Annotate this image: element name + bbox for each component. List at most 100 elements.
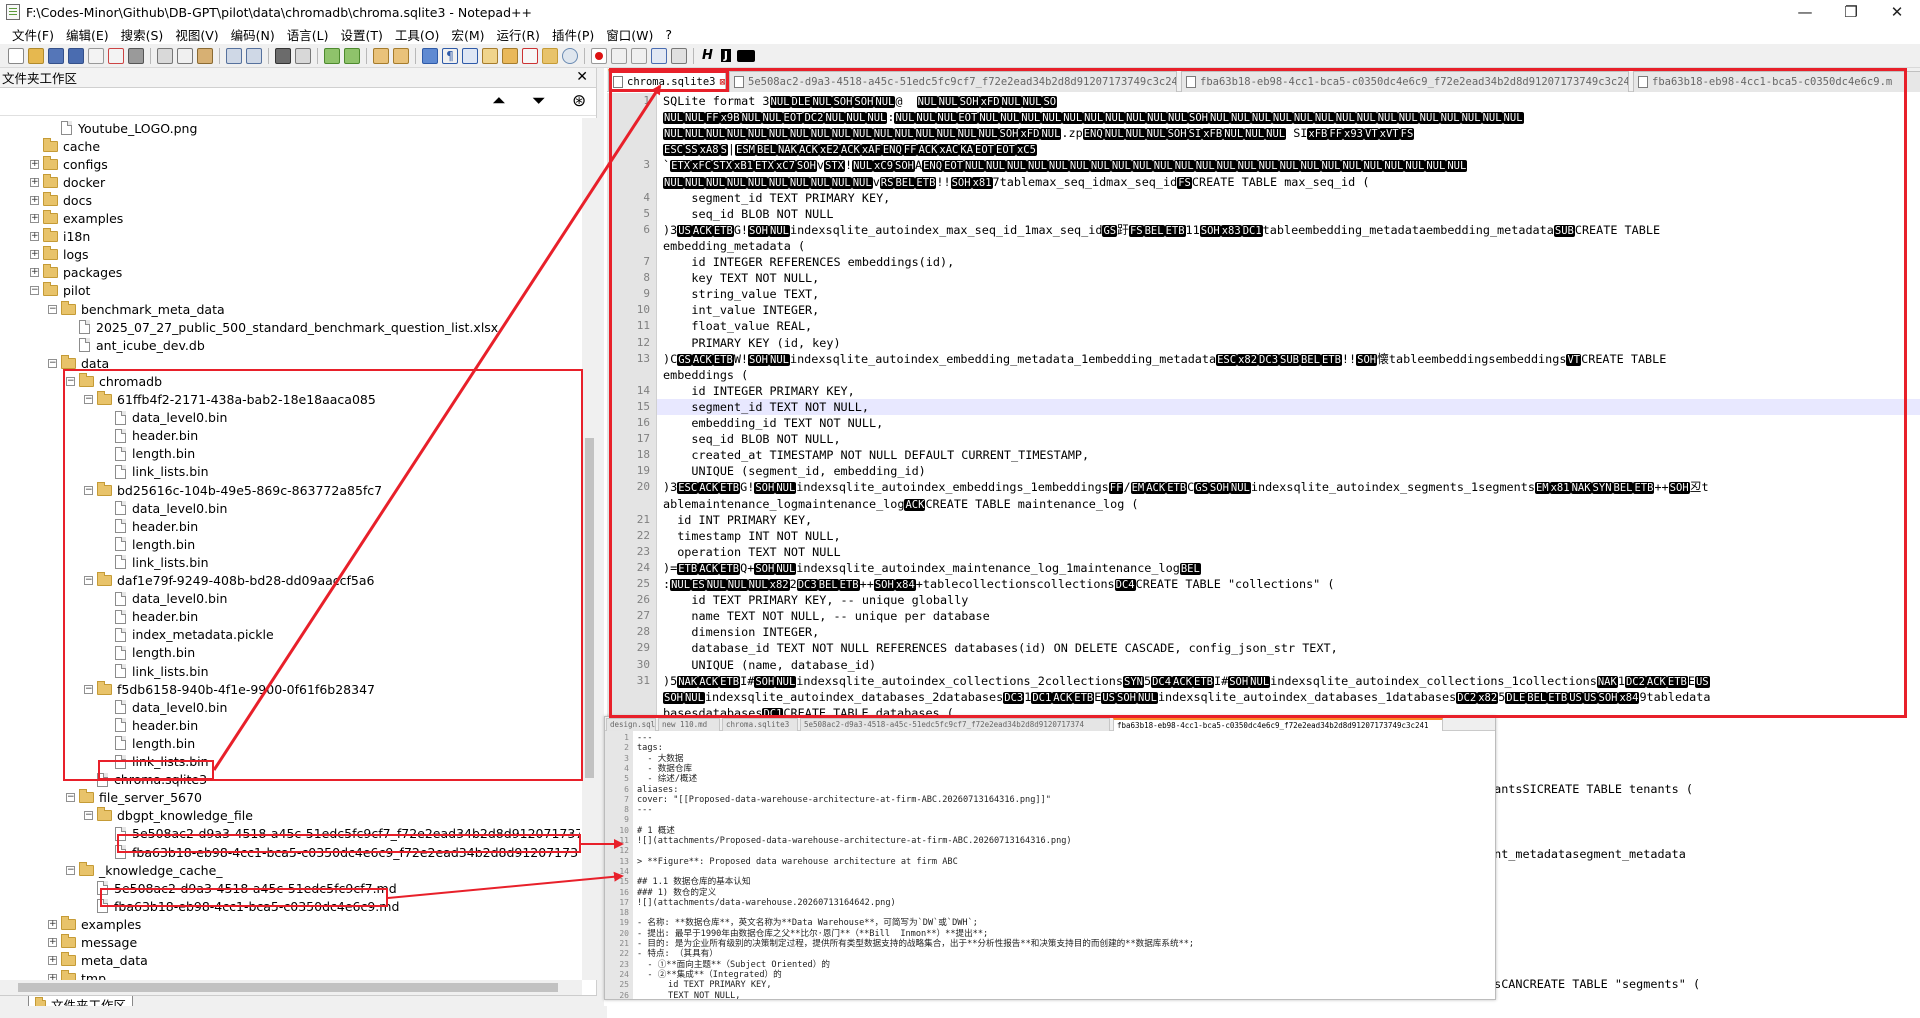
panel-splitter[interactable] [597, 68, 604, 1018]
tree-expander-icon[interactable]: − [84, 485, 93, 495]
menu-item[interactable]: 编码(N) [225, 25, 281, 44]
j-toolbar-button[interactable]: J [720, 49, 731, 62]
zoom-out-icon[interactable] [344, 47, 360, 64]
tree-item[interactable]: + i18n [30, 228, 90, 246]
code-line[interactable]: )3US ACK ETBG!SOH NULindexsqlite_autoindex_… [657, 222, 1920, 238]
code-line[interactable]: )CGS ACK ETBW!SOH NULindexsqlite_autoindex_… [657, 351, 1920, 367]
tree-item[interactable]: 5e508ac2-d9a3-4518-a45c-51edc5fc9cf7_f72… [102, 825, 580, 843]
code-line[interactable]: database_id TEXT NOT NULL REFERENCES dat… [657, 640, 1920, 656]
print-icon[interactable] [128, 47, 144, 64]
tree-expander-icon[interactable]: + [30, 159, 39, 169]
code-line[interactable]: embedding_id TEXT NOT NULL, [657, 415, 1920, 431]
code-line[interactable]: seq_id BLOB NOT NULL, [657, 431, 1920, 447]
tree-expander-icon[interactable]: − [48, 358, 57, 368]
cut-icon[interactable] [157, 47, 173, 64]
tree-item[interactable]: fba63b18-eb98-4cc1-bca5-c0350dc4e6c9.md [84, 897, 399, 915]
indent-guide-icon[interactable] [462, 47, 478, 64]
editor-tab[interactable]: chroma.sqlite3 ⊠ [608, 69, 726, 92]
tree-item[interactable]: + meta_data [48, 952, 148, 970]
code-line[interactable]: operation TEXT NOT NULL [657, 544, 1920, 560]
monitoring-icon[interactable] [562, 47, 578, 64]
workspace-settings-icon[interactable]: ⊛ [572, 91, 586, 111]
tree-item[interactable]: length.bin [102, 445, 195, 463]
tree-item[interactable]: + docker [30, 173, 105, 191]
tree-item[interactable]: − daf1e79f-9249-408b-bd28-dd09aaccf5a6 [84, 572, 375, 590]
collapse-all-icon[interactable]: ⏶ [492, 91, 506, 111]
zoom-in-icon[interactable] [324, 47, 340, 64]
code-line[interactable]: timestamp INT NOT NULL, [657, 528, 1920, 544]
tree-item[interactable]: header.bin [102, 517, 198, 535]
tree-item[interactable]: data_level0.bin [102, 409, 227, 427]
code-line[interactable]: embeddings ( [657, 367, 1920, 383]
menu-item[interactable]: ? [659, 27, 678, 42]
tree-expander-icon[interactable]: − [48, 304, 57, 314]
tree-item[interactable]: link_lists.bin [102, 463, 209, 481]
menu-item[interactable]: 编辑(E) [60, 25, 115, 44]
tree-expander-icon[interactable]: + [30, 250, 39, 260]
udl-icon[interactable] [482, 47, 498, 64]
tree-expander-icon[interactable]: − [84, 811, 93, 821]
tree-item[interactable]: ant_icube_dev.db [66, 336, 205, 354]
menu-item[interactable]: 插件(P) [546, 25, 600, 44]
tree-expander-icon[interactable]: − [84, 576, 93, 585]
tree-expander-icon[interactable]: + [30, 214, 39, 223]
code-line[interactable]: seq_id BLOB NOT NULL [657, 206, 1920, 222]
code-line[interactable]: )=ETB ACK ETBQ+SOH NULindexsqlite_autoindex… [657, 560, 1920, 576]
tree-item[interactable]: header.bin [102, 716, 198, 734]
code-line[interactable]: UNIQUE (name, database_id) [657, 657, 1920, 673]
code-line[interactable]: embedding_metadata ( [657, 238, 1920, 254]
code-line[interactable]: SOH NULindexsqlite_autoindex_databases_2d… [657, 689, 1920, 705]
tree-vertical-scrollbar[interactable] [582, 118, 597, 980]
code-line[interactable]: )5NAK ACK ETBI#SOH NULindexsqlite_autoindex… [657, 673, 1920, 689]
menu-item[interactable]: 文件(F) [6, 25, 60, 44]
find-icon[interactable] [275, 47, 291, 64]
tree-expander-icon[interactable]: − [84, 684, 93, 694]
tree-item[interactable]: − dbgpt_knowledge_file [84, 807, 253, 825]
run-macro-multiple-icon[interactable] [651, 47, 667, 64]
code-line[interactable]: NUL NUL NUL NUL NUL NUL NUL NUL NUL NUL NUL NUL NUL N… [657, 125, 1920, 141]
open-file-icon[interactable] [28, 47, 44, 64]
code-line[interactable]: )3ESC ACK ETBG!SOH NULindexsqlite_autoindex… [657, 479, 1920, 495]
h-toolbar-button[interactable]: H [702, 48, 713, 63]
tree-expander-icon[interactable]: + [30, 268, 39, 278]
code-line[interactable]: :NUL ES NUL NUL NUL x822DC3 BEL ETB++SOH x84+tab… [657, 576, 1920, 592]
tree-item[interactable]: − pilot [30, 282, 90, 300]
tree-item[interactable]: 5e508ac2-d9a3-4518-a45c-51edc5fc9cf7.md [84, 879, 397, 897]
code-line[interactable]: ESC SS xA8 S|ESM BEL NAK ACK xE2 ACK xAF ENQ FF ACK x… [657, 141, 1920, 157]
code-line[interactable]: UNIQUE (segment_id, embedding_id) [657, 463, 1920, 479]
tree-item[interactable]: length.bin [102, 734, 195, 752]
tree-item[interactable]: link_lists.bin [102, 662, 209, 680]
code-line[interactable]: segment_id TEXT PRIMARY KEY, [657, 190, 1920, 206]
tree-item[interactable]: Youtube_LOGO.png [48, 119, 197, 137]
tree-item[interactable]: − 61ffb4f2-2171-438a-bab2-18e18aaca085 [84, 391, 376, 409]
code-line[interactable]: int_value INTEGER, [657, 302, 1920, 318]
tree-item[interactable]: + examples [48, 915, 141, 933]
sync-vertical-icon[interactable] [373, 47, 389, 64]
tree-item[interactable]: − benchmark_meta_data [48, 300, 225, 318]
code-line[interactable]: key TEXT NOT NULL, [657, 270, 1920, 286]
tree-item[interactable]: data_level0.bin [102, 499, 227, 517]
undo-icon[interactable] [226, 47, 242, 64]
code-line[interactable]: name TEXT NOT NULL, -- unique per databa… [657, 608, 1920, 624]
tree-item[interactable]: cache [30, 137, 100, 155]
menu-item[interactable]: 设置(T) [334, 25, 388, 44]
code-line[interactable]: PRIMARY KEY (id, key) [657, 335, 1920, 351]
play-macro-icon[interactable] [631, 47, 647, 64]
sync-horizontal-icon[interactable] [393, 47, 409, 64]
tree-item[interactable]: data_level0.bin [102, 698, 227, 716]
redo-icon[interactable] [246, 47, 262, 64]
code-line[interactable]: NUL NUL FF x9B NUL NUL EOT DC2 NUL NUL NUL:NUL NUL N… [657, 109, 1920, 125]
code-line[interactable]: ablemaintenance_logmaintenance_logACKCRE… [657, 496, 1920, 512]
tree-item[interactable]: − _knowledge_cache_ [66, 861, 223, 879]
tree-item[interactable]: − f5db6158-940b-4f1e-9900-0f61f6b28347 [84, 680, 375, 698]
code-line[interactable]: id INTEGER PRIMARY KEY, [657, 383, 1920, 399]
code-line[interactable]: NUL NUL NUL NUL NUL NUL NUL NUL NUL NULvRS BEL ETB!… [657, 174, 1920, 190]
tree-item[interactable]: + message [48, 934, 137, 952]
tree-item[interactable]: length.bin [102, 644, 195, 662]
tree-item[interactable]: index_metadata.pickle [102, 626, 274, 644]
tree-expander-icon[interactable]: + [48, 919, 57, 929]
panel-close-icon[interactable]: ✕ [576, 69, 588, 85]
menu-item[interactable]: 视图(V) [169, 25, 224, 44]
menu-item[interactable]: 运行(R) [490, 25, 545, 44]
json-viewer-icon[interactable] [736, 49, 755, 62]
